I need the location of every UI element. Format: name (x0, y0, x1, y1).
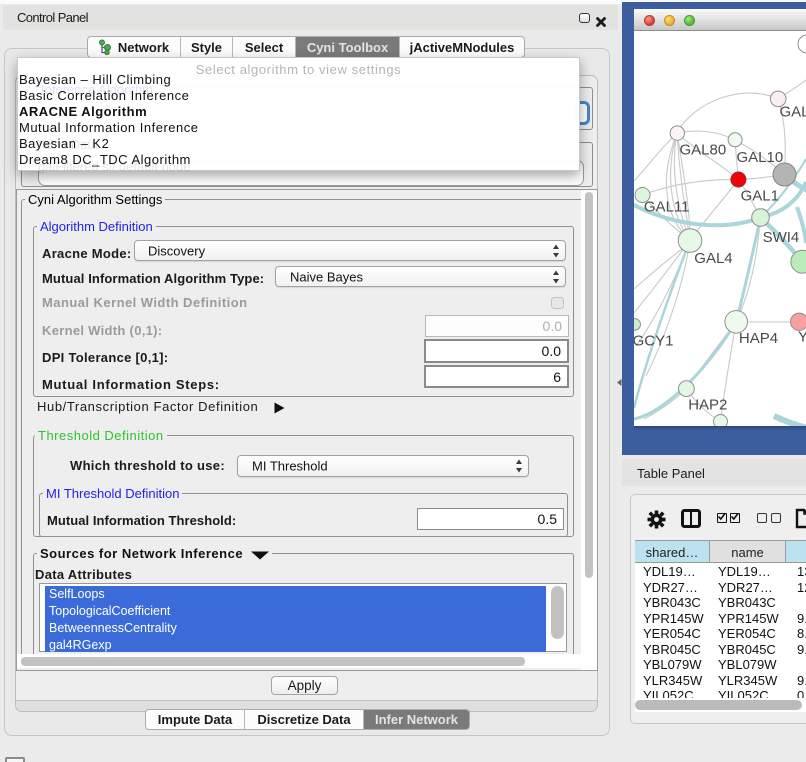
svg-text:GAL80: GAL80 (680, 142, 727, 159)
svg-text:SWI4: SWI4 (763, 229, 800, 246)
svg-text:HAP2: HAP2 (688, 397, 727, 414)
svg-text:GAL10: GAL10 (737, 149, 784, 166)
svg-text:GAL4: GAL4 (694, 250, 732, 267)
svg-text:Y: Y (798, 329, 806, 346)
svg-text:HAP4: HAP4 (739, 330, 778, 347)
svg-text:GCY1: GCY1 (634, 333, 673, 350)
svg-text:GAL1: GAL1 (741, 187, 779, 204)
svg-text:GAL8: GAL8 (780, 103, 806, 120)
svg-text:GAL11: GAL11 (644, 199, 690, 216)
